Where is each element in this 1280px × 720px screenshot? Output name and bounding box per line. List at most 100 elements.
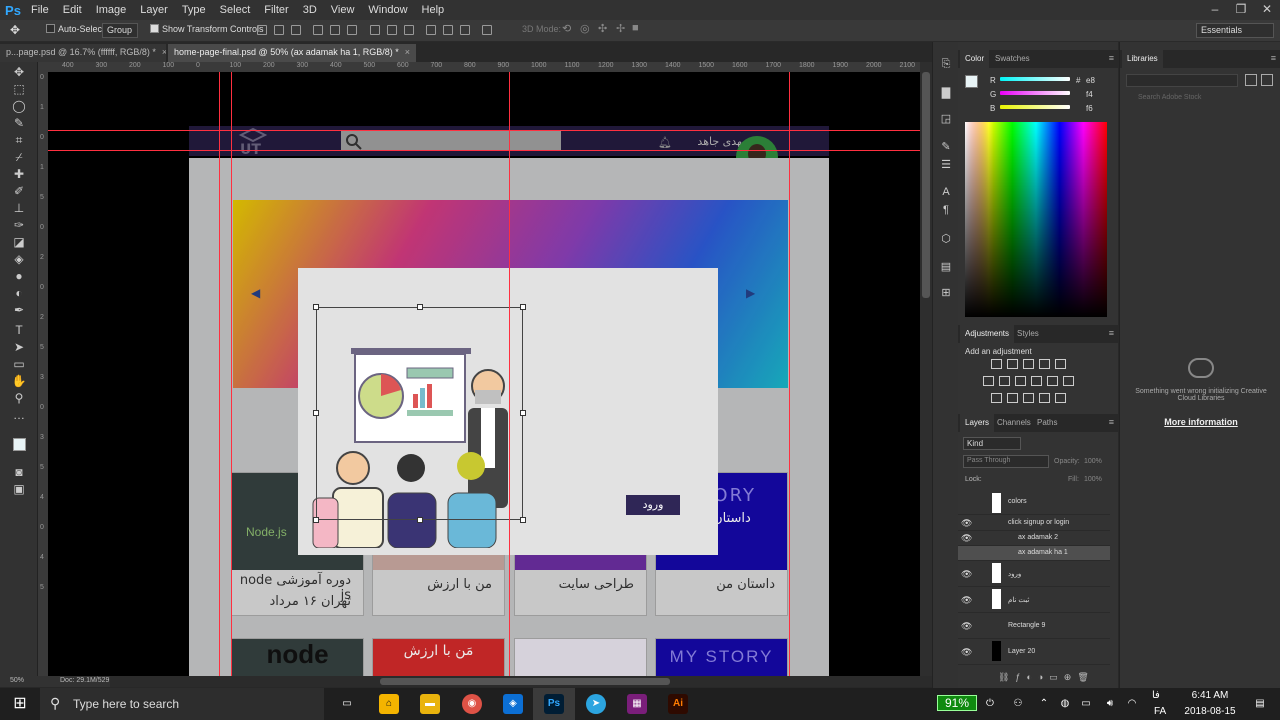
foreground-color-swatch[interactable]	[13, 438, 26, 451]
scroll-thumb[interactable]	[380, 678, 670, 685]
power-icon[interactable]: ⏻	[980, 694, 1000, 714]
menu-file[interactable]: File	[24, 4, 56, 16]
guide-line[interactable]	[509, 72, 510, 676]
navigator-icon[interactable]: ◲	[938, 112, 954, 126]
threshold-icon[interactable]	[1023, 393, 1034, 403]
invert-icon[interactable]	[991, 393, 1002, 403]
notifications-icon[interactable]: ▤	[1250, 694, 1270, 714]
crop-tool-icon[interactable]: ⌗	[11, 132, 27, 148]
color-balance-icon[interactable]	[999, 376, 1010, 386]
task-view-icon[interactable]: ▭	[337, 694, 357, 714]
guide-line[interactable]	[48, 130, 920, 131]
language-indicator[interactable]: FA	[1154, 706, 1166, 717]
tab-home-page-final[interactable]: home-page-final.psd @ 50% (ax adamak ha …	[168, 44, 417, 62]
zoom-level[interactable]: 50%	[10, 677, 24, 684]
layer-row[interactable]: 👁︎ ثبت نام	[958, 587, 1110, 613]
zoom-tool-icon[interactable]: ⚲	[11, 390, 27, 406]
layer-comps-icon[interactable]: ▤	[938, 260, 954, 274]
network-icon[interactable]: ▭	[1076, 694, 1096, 714]
transform-handle[interactable]	[520, 410, 526, 416]
panel-menu-icon[interactable]: ≡	[1271, 53, 1276, 63]
menu-window[interactable]: Window	[361, 4, 414, 16]
curves-icon[interactable]	[1023, 359, 1034, 369]
hand-tool-icon[interactable]: ✋	[11, 373, 27, 389]
menu-filter[interactable]: Filter	[257, 4, 295, 16]
gradient-map-icon[interactable]	[1039, 393, 1050, 403]
type-tool-icon[interactable]: T	[11, 322, 27, 338]
menu-edit[interactable]: Edit	[56, 4, 89, 16]
close-tab-icon[interactable]: ×	[162, 47, 166, 57]
menu-help[interactable]: Help	[415, 4, 452, 16]
transform-handle[interactable]	[313, 517, 319, 523]
language-indicator-farsi[interactable]: فا	[1152, 690, 1160, 701]
windows-start-icon[interactable]: ⊞	[10, 694, 30, 714]
guide-line[interactable]	[231, 72, 232, 676]
channel-mixer-icon[interactable]	[1047, 376, 1058, 386]
distribute-right-icon[interactable]	[460, 25, 470, 35]
tab-paths[interactable]: Paths	[1032, 414, 1062, 432]
guide-line[interactable]	[219, 72, 220, 676]
grid-view-icon[interactable]	[1245, 74, 1257, 86]
history-icon[interactable]: ⎘	[938, 58, 954, 72]
distribute-left-icon[interactable]	[426, 25, 436, 35]
tab-adjustments[interactable]: Adjustments	[960, 325, 1015, 343]
eraser-tool-icon[interactable]: ◪	[11, 234, 27, 250]
quick-select-tool-icon[interactable]: ✎	[11, 115, 27, 131]
color-lookup-icon[interactable]	[1063, 376, 1074, 386]
blur-tool-icon[interactable]: ●	[11, 268, 27, 284]
3d-pan-icon[interactable]: ✣	[598, 22, 607, 35]
distribute-center-icon[interactable]	[443, 25, 453, 35]
more-information-link[interactable]: More information	[1132, 417, 1270, 427]
layer-filter-kind[interactable]: Kind	[963, 437, 1021, 450]
panel-menu-icon[interactable]: ≡	[1109, 53, 1114, 63]
canvas[interactable]: UT 🔔︎ مهدی جاهد ◀ ▶ STORY داستان زن داست…	[48, 72, 920, 676]
align-top-icon[interactable]	[257, 25, 267, 35]
quick-mask-icon[interactable]: ◙	[11, 464, 27, 480]
guide-line[interactable]	[789, 72, 790, 676]
login-button[interactable]: ورود	[626, 495, 680, 515]
distribute-middle-icon[interactable]	[387, 25, 397, 35]
menu-select[interactable]: Select	[213, 4, 258, 16]
lasso-tool-icon[interactable]: ◯	[11, 98, 27, 114]
wifi-icon[interactable]: ◠	[1122, 694, 1142, 714]
layer-row[interactable]: 👁︎ Rectangle 9	[958, 613, 1110, 639]
foreground-swatch[interactable]	[965, 75, 978, 88]
transform-bounding-box[interactable]	[316, 307, 523, 520]
pen-tool-icon[interactable]: ✒	[11, 302, 27, 318]
g-slider[interactable]	[1000, 91, 1070, 95]
3d-roll-icon[interactable]: ◎	[580, 22, 590, 35]
paragraph-icon[interactable]: ¶	[938, 204, 954, 218]
eye-icon[interactable]: 👁︎	[961, 621, 972, 632]
people-icon[interactable]: ⚇	[1008, 694, 1028, 714]
move-tool-icon[interactable]: ✥	[10, 23, 20, 37]
horizontal-scrollbar[interactable]	[110, 676, 932, 687]
eye-icon[interactable]: 👁︎	[961, 647, 972, 658]
eye-icon[interactable]: 👁︎	[961, 569, 972, 580]
library-search-input[interactable]: Search Adobe Stock	[1126, 94, 1274, 108]
marquee-tool-icon[interactable]: ⬚	[11, 81, 27, 97]
b-slider[interactable]	[1000, 105, 1070, 109]
layer-row[interactable]: 👁︎ ax adamak 2	[958, 531, 1110, 546]
tray-icon[interactable]: ◍	[1055, 694, 1075, 714]
panel-menu-icon[interactable]: ≡	[1109, 417, 1114, 427]
library-dropdown[interactable]	[1126, 74, 1238, 87]
b-value[interactable]: f6	[1086, 104, 1093, 113]
timeline-icon[interactable]: ⊞	[938, 286, 954, 300]
hue-saturation-icon[interactable]	[983, 376, 994, 386]
eyedropper-tool-icon[interactable]: ⌿	[11, 149, 27, 165]
healing-tool-icon[interactable]: ✚	[11, 166, 27, 182]
auto-select-checkbox[interactable]: Auto-Select:	[46, 24, 107, 34]
layer-row[interactable]: 👁︎ Layer 20	[958, 639, 1110, 665]
tab-styles[interactable]: Styles	[1012, 325, 1044, 343]
menu-3d[interactable]: 3D	[296, 4, 324, 16]
transform-handle[interactable]	[520, 517, 526, 523]
3d-rotate-icon[interactable]: ⟲	[562, 22, 571, 35]
exposure-icon[interactable]	[1039, 359, 1050, 369]
3d-slide-icon[interactable]: ✢	[616, 22, 625, 35]
auto-select-dropdown[interactable]: Group	[102, 23, 138, 38]
panel-menu-icon[interactable]: ≡	[1109, 328, 1114, 338]
taskbar-search-box[interactable]: ⚲ Type here to search	[40, 688, 324, 720]
vibrance-icon[interactable]	[1055, 359, 1066, 369]
transform-handle[interactable]	[313, 304, 319, 310]
auto-align-icon[interactable]	[482, 25, 492, 35]
